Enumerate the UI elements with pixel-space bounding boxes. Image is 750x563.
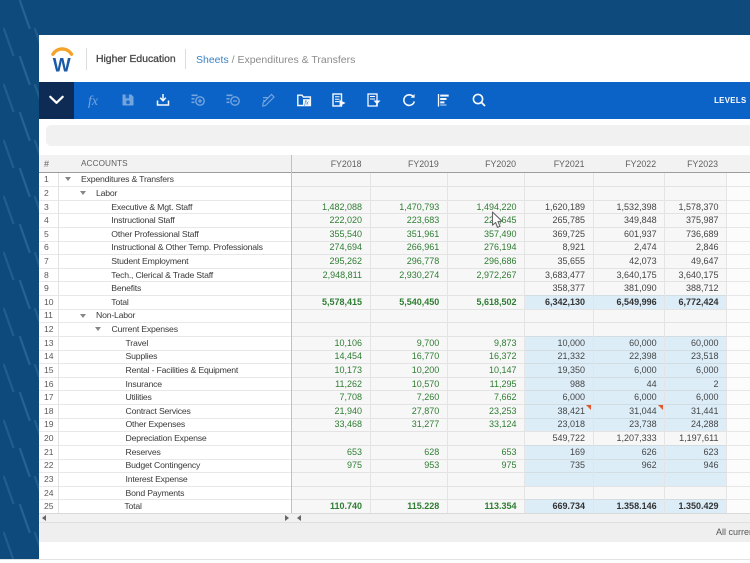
svg-text:W: W bbox=[53, 56, 71, 73]
svg-text:fx: fx bbox=[304, 99, 309, 106]
svg-text:fx: fx bbox=[88, 93, 99, 108]
